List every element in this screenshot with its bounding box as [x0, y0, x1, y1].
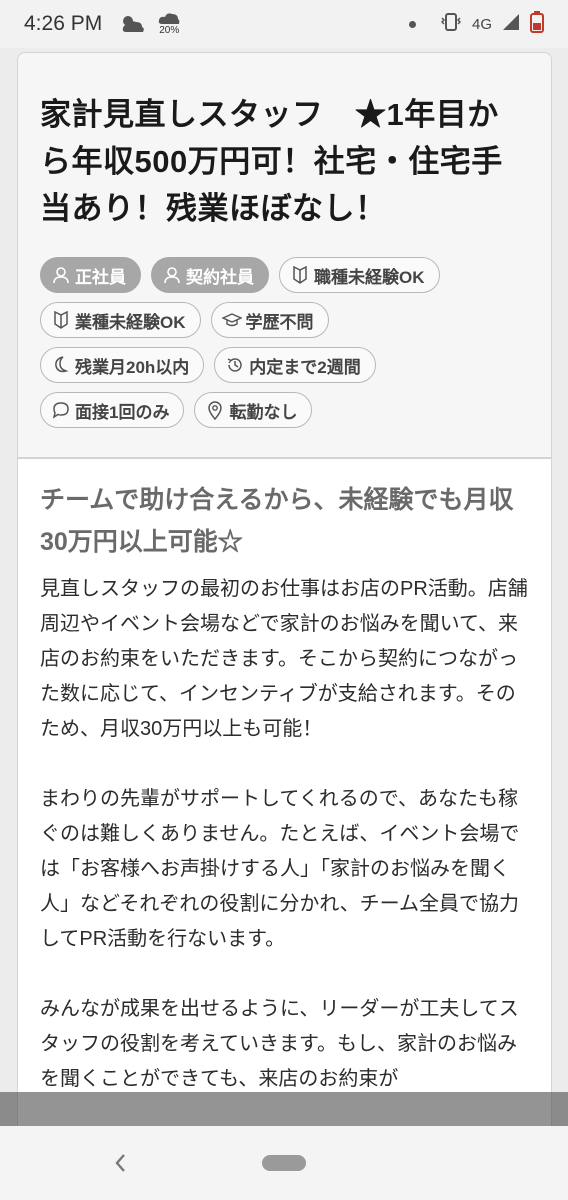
- description-paragraph: まわりの先輩がサポートしてくれるので、あなたも稼ぐのは難しくありません。たとえば…: [40, 788, 520, 950]
- bottom-overlay: [0, 1092, 568, 1126]
- tag-label: 正社員: [75, 267, 126, 287]
- job-description-card: チームで助け合えるから、未経験でも月収30万円以上可能☆ 見直しスタッフの最初の…: [17, 458, 552, 1126]
- clock: 4:26 PM: [24, 12, 103, 35]
- cloudy-icon: [120, 14, 146, 34]
- person-icon: [51, 265, 71, 285]
- status-bar: 4:26 PM 20% 4G: [0, 0, 568, 48]
- job-detail-page: 家計見直しスタッフ ★1年目から年収500万円可！社宅・住宅手当あり！残業ほぼな…: [0, 48, 568, 1126]
- chat-bubble-icon: [51, 400, 71, 420]
- tag-label: 学歴不問: [245, 312, 314, 332]
- vibrate-icon: [440, 11, 462, 38]
- tag-label: 業種未経験OK: [75, 312, 186, 332]
- description-heading: チームで助け合えるから、未経験でも月収30万円以上可能☆: [40, 486, 514, 556]
- tag-contract: 契約社員: [151, 257, 269, 293]
- back-icon[interactable]: [108, 1148, 132, 1178]
- navigation-bar: [0, 1126, 568, 1200]
- tag-education-not-required: 学歴不問: [210, 302, 329, 338]
- precipitation-label: 20%: [159, 25, 180, 36]
- tag-offer-two-weeks: 内定まで2週間: [214, 347, 376, 383]
- tag-label: 面接1回のみ: [75, 402, 170, 422]
- notification-dot-icon: [408, 20, 416, 28]
- beginner-icon: [290, 265, 310, 285]
- tag-no-transfer: 転勤なし: [194, 392, 313, 428]
- tag-one-interview: 面接1回のみ: [40, 392, 185, 428]
- description-paragraph: 見直しスタッフの最初のお仕事はお店のPR活動。店舗周辺やイベント会場などで家計の…: [40, 578, 528, 740]
- tag-full-time: 正社員: [40, 257, 141, 293]
- home-button[interactable]: [262, 1155, 306, 1171]
- network-type: 4G: [471, 15, 492, 33]
- location-pin-icon: [205, 400, 225, 420]
- job-title: 家計見直しスタッフ ★1年目から年収500万円可！社宅・住宅手当あり！残業ほぼな…: [40, 97, 503, 226]
- tag-no-job-experience: 職種未経験OK: [279, 257, 440, 293]
- tag-label: 内定まで2週間: [249, 357, 361, 377]
- job-header-card: 家計見直しスタッフ ★1年目から年収500万円可！社宅・住宅手当あり！残業ほぼな…: [17, 52, 552, 458]
- tag-label: 残業月20h以内: [75, 357, 190, 377]
- tag-overtime-limit: 残業月20h以内: [40, 347, 205, 383]
- job-tags: 正社員 契約社員 職種未経験OK 業種未経験OK 学歴不問 残業月20h以内 内…: [40, 257, 540, 437]
- person-icon: [162, 265, 182, 285]
- tag-label: 契約社員: [186, 267, 254, 287]
- tag-no-industry-experience: 業種未経験OK: [40, 302, 201, 338]
- rain-icon: 20%: [158, 12, 180, 36]
- beginner-icon: [51, 310, 71, 330]
- tag-label: 転勤なし: [229, 402, 298, 422]
- description-text: 見直しスタッフの最初のお仕事はお店のPR活動。店舗周辺やイベント会場などで家計の…: [40, 572, 532, 1126]
- history-clock-icon: [225, 355, 245, 375]
- tag-label: 職種未経験OK: [314, 267, 425, 287]
- battery-icon: [530, 10, 544, 38]
- description-paragraph: みんなが成果を出せるように、リーダーが工夫してスタッフの役割を考えていきます。も…: [40, 998, 519, 1090]
- moon-icon: [51, 355, 71, 375]
- signal-icon: [502, 12, 520, 36]
- graduation-cap-icon: [221, 310, 242, 330]
